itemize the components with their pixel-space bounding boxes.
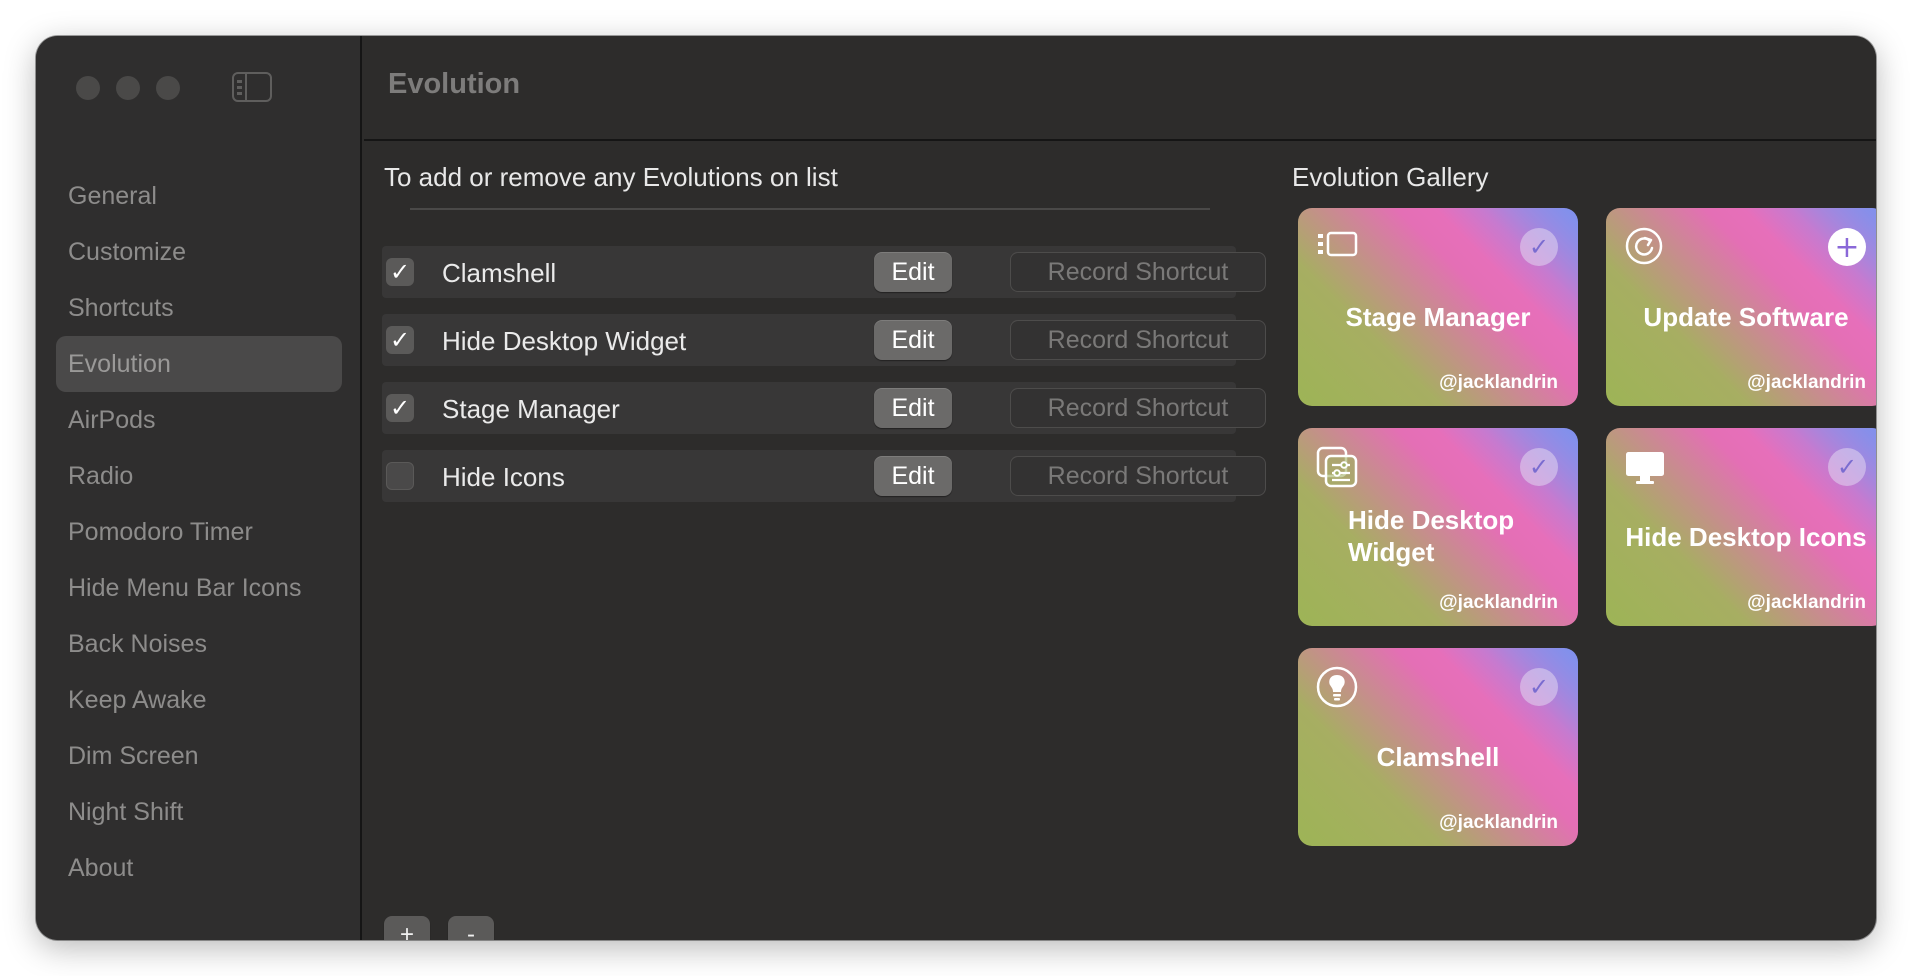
card-title: Hide Desktop Widget [1348, 505, 1515, 567]
evolution-row-hide-icons: Hide Icons Edit Record Shortcut [382, 450, 1266, 502]
record-shortcut-button[interactable]: Record Shortcut [1010, 252, 1266, 292]
gallery-card-stage-manager[interactable]: ✓ Stage Manager @jacklandrin [1298, 208, 1578, 406]
evolution-checkbox[interactable]: ✓ [386, 326, 414, 354]
sidebar: General Customize Shortcuts Evolution Ai… [36, 36, 362, 940]
app-window: General Customize Shortcuts Evolution Ai… [36, 36, 1876, 940]
gallery-card-clamshell[interactable]: ✓ Clamshell @jacklandrin [1298, 648, 1578, 846]
remove-evolution-button[interactable]: - [448, 916, 494, 940]
card-title: Update Software [1643, 302, 1849, 332]
evolution-checkbox[interactable]: ✓ [386, 258, 414, 286]
record-shortcut-button[interactable]: Record Shortcut [1010, 388, 1266, 428]
window-controls [76, 76, 180, 100]
minimize-window-button[interactable] [116, 76, 140, 100]
sidebar-item-general[interactable]: General [56, 168, 342, 224]
evolution-row-stage-manager: ✓ Stage Manager Edit Record Shortcut [382, 382, 1266, 434]
card-author: @jacklandrin [1747, 592, 1866, 613]
sidebar-item-shortcuts[interactable]: Shortcuts [56, 280, 342, 336]
added-check-icon[interactable]: ✓ [1520, 448, 1558, 486]
lightbulb-icon [1316, 666, 1358, 708]
edit-button[interactable]: Edit [874, 320, 952, 360]
record-shortcut-button[interactable]: Record Shortcut [1010, 320, 1266, 360]
sidebar-item-hide-menu-bar-icons[interactable]: Hide Menu Bar Icons [56, 560, 342, 616]
gallery-title: Evolution Gallery [1292, 162, 1489, 192]
added-check-icon[interactable]: ✓ [1828, 448, 1866, 486]
evolution-row-hide-desktop-widget: ✓ Hide Desktop Widget Edit Record Shortc… [382, 314, 1266, 366]
evolution-label: Clamshell [442, 258, 557, 288]
edit-button[interactable]: Edit [874, 252, 952, 292]
card-author: @jacklandrin [1439, 372, 1558, 393]
card-author: @jacklandrin [1747, 372, 1866, 393]
page-title: Evolution [388, 68, 521, 100]
card-title: Clamshell [1376, 742, 1500, 772]
sidebar-item-dim-screen[interactable]: Dim Screen [56, 728, 342, 784]
evolution-row-clamshell: ✓ Clamshell Edit Record Shortcut [382, 246, 1266, 298]
evolution-label: Stage Manager [442, 394, 620, 424]
sidebar-item-evolution[interactable]: Evolution [56, 336, 342, 392]
sidebar-item-night-shift[interactable]: Night Shift [56, 784, 342, 840]
sidebar-item-keep-awake[interactable]: Keep Awake [56, 672, 342, 728]
stage-manager-icon [1318, 231, 1358, 257]
evolution-label: Hide Icons [442, 462, 565, 492]
update-icon [1625, 227, 1663, 265]
evolution-label: Hide Desktop Widget [442, 326, 687, 356]
sidebar-item-about[interactable]: About [56, 840, 342, 896]
evolution-checkbox[interactable] [386, 462, 414, 490]
added-check-icon[interactable]: ✓ [1520, 228, 1558, 266]
edit-button[interactable]: Edit [874, 388, 952, 428]
card-title: Stage Manager [1345, 302, 1531, 332]
sidebar-toggle-icon[interactable] [232, 72, 272, 102]
gallery-card-update-software[interactable]: + Update Software @jacklandrin [1606, 208, 1876, 406]
toolbar: Evolution [364, 36, 1876, 141]
close-window-button[interactable] [76, 76, 100, 100]
add-evolution-button[interactable]: + [384, 916, 430, 940]
evolution-checkbox[interactable]: ✓ [386, 394, 414, 422]
edit-button[interactable]: Edit [874, 456, 952, 496]
sidebar-nav: General Customize Shortcuts Evolution Ai… [56, 168, 342, 896]
gallery-card-hide-desktop-widget[interactable]: ✓ Hide Desktop Widget @jacklandrin [1298, 428, 1578, 626]
list-title: To add or remove any Evolutions on list [384, 162, 838, 192]
sidebar-item-pomodoro-timer[interactable]: Pomodoro Timer [56, 504, 342, 560]
evolution-list: ✓ Clamshell Edit Record Shortcut ✓ Hide … [382, 246, 1266, 518]
sidebar-item-airpods[interactable]: AirPods [56, 392, 342, 448]
added-check-icon[interactable]: ✓ [1520, 668, 1558, 706]
add-plus-icon[interactable]: + [1828, 228, 1866, 266]
divider [410, 208, 1210, 210]
card-author: @jacklandrin [1439, 592, 1558, 613]
sidebar-item-customize[interactable]: Customize [56, 224, 342, 280]
widget-icon [1316, 446, 1358, 488]
sidebar-item-radio[interactable]: Radio [56, 448, 342, 504]
gallery-card-hide-desktop-icons[interactable]: ✓ Hide Desktop Icons @jacklandrin [1606, 428, 1876, 626]
zoom-window-button[interactable] [156, 76, 180, 100]
card-author: @jacklandrin [1439, 812, 1558, 833]
desktop-icon [1626, 452, 1664, 484]
sidebar-item-back-noises[interactable]: Back Noises [56, 616, 342, 672]
card-title: Hide Desktop Icons [1625, 522, 1867, 552]
record-shortcut-button[interactable]: Record Shortcut [1010, 456, 1266, 496]
